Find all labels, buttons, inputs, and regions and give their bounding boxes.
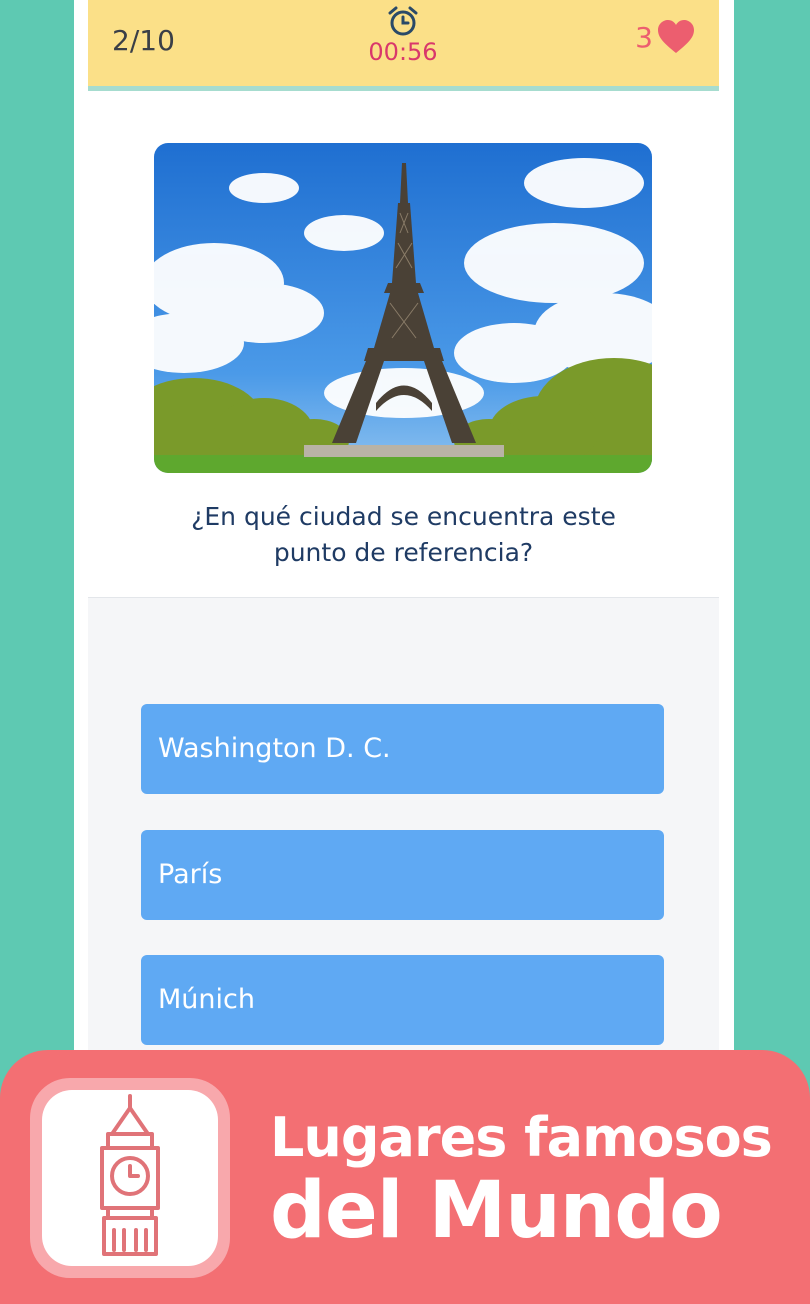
question-text: ¿En qué ciudad se encuentra este punto d… xyxy=(128,499,679,571)
answer-paris-button[interactable]: París xyxy=(141,830,664,920)
big-ben-icon xyxy=(100,1094,160,1256)
banner-title: Lugares famosos del Mundo xyxy=(270,1106,773,1256)
banner-title-line-1: Lugares famosos xyxy=(270,1106,773,1169)
app-icon xyxy=(30,1078,230,1278)
question-line-2: punto de referencia? xyxy=(273,538,534,567)
answer-washington-button[interactable]: Washington D. C. xyxy=(141,704,664,794)
timer-value: 00:56 xyxy=(368,38,438,66)
question-progress: 2/10 xyxy=(112,24,175,57)
eiffel-tower-photo xyxy=(154,143,652,473)
lives-count: 3 xyxy=(635,20,653,54)
quiz-screen: 2/10 00:56 3 ¿En qué ciudad se encuentra… xyxy=(88,0,719,1090)
heart-icon xyxy=(658,20,694,53)
lives-counter: 3 xyxy=(635,20,695,54)
promo-banner: Lugares famosos del Mundo xyxy=(0,1050,810,1304)
answer-munich-button[interactable]: Múnich xyxy=(141,955,664,1045)
banner-title-line-2: del Mundo xyxy=(270,1166,723,1256)
timer: 00:56 xyxy=(343,4,463,66)
question-card: ¿En qué ciudad se encuentra este punto d… xyxy=(88,91,719,598)
question-line-1: ¿En qué ciudad se encuentra este xyxy=(191,502,616,531)
alarm-clock-icon xyxy=(388,6,418,36)
quiz-header: 2/10 00:56 3 xyxy=(88,0,719,91)
